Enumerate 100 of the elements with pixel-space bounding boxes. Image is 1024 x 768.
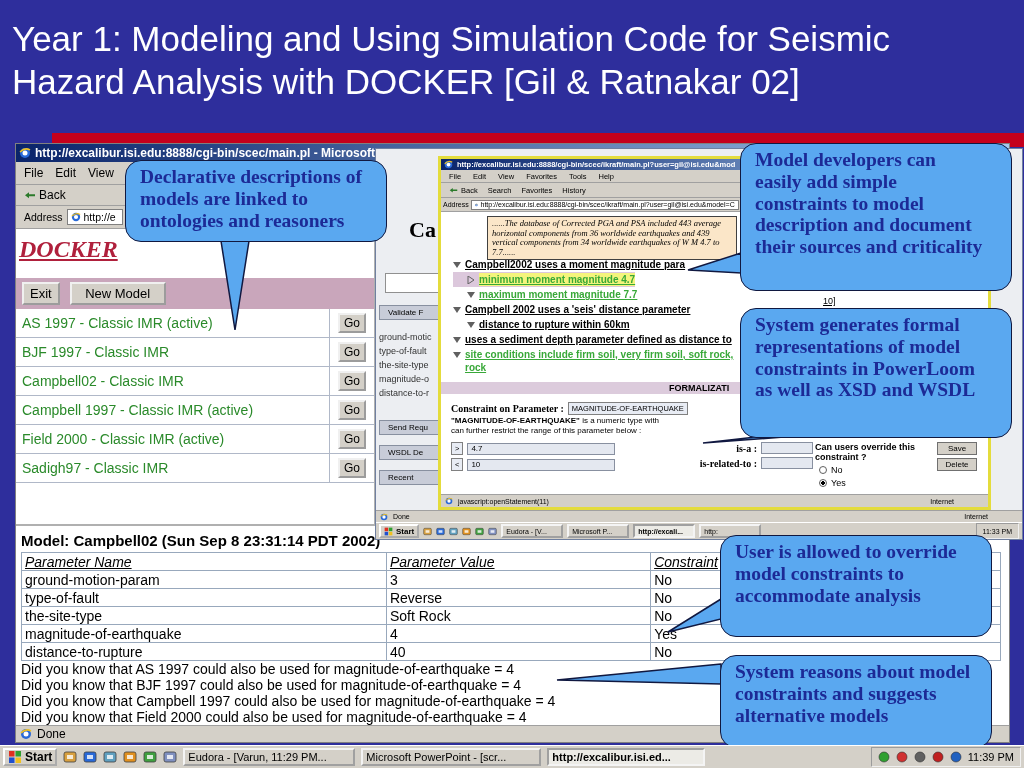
page-heading: Ca: [409, 217, 436, 243]
menu-item[interactable]: File: [24, 166, 44, 180]
start-button[interactable]: Start: [3, 747, 58, 767]
action-button[interactable]: Delete: [937, 458, 977, 471]
go-button[interactable]: Go: [338, 371, 366, 391]
action-button[interactable]: WSDL De: [379, 445, 439, 460]
browser-icon: [19, 147, 31, 159]
validate-button[interactable]: Validate F: [379, 305, 439, 320]
radio-option[interactable]: No: [815, 465, 935, 475]
expanded-triangle-icon[interactable]: [467, 291, 475, 299]
action-button[interactable]: Save: [937, 442, 977, 455]
go-button[interactable]: Go: [338, 342, 366, 362]
start-button[interactable]: Start: [379, 524, 420, 538]
browser-icon: [445, 497, 453, 505]
tree-row[interactable]: distance to rupture within 60km: [453, 317, 630, 332]
table-cell: 40: [386, 642, 651, 661]
expanded-triangle-icon[interactable]: [467, 321, 475, 329]
column-header: Parameter Name: [21, 552, 387, 571]
app-icon[interactable]: [103, 750, 118, 764]
tree-row[interactable]: Campbell 2002 uses a 'seis' distance parameter: [453, 302, 691, 317]
slide-title: Year 1: Modeling and Using Simulation Code for Seismic Hazard Analysis with DOCKER [Gil & Ratnakar 02]: [11, 18, 892, 103]
menu-item[interactable]: Edit: [55, 166, 77, 180]
taskbar-task[interactable]: http://excalibur.isi.ed...: [547, 747, 706, 767]
callout: System generates formal representations of model constraints in PowerLoom as well as XSD and WSDL: [740, 308, 1012, 438]
table-cell: Soft Rock: [386, 606, 651, 625]
browser-icon: [444, 160, 453, 169]
action-button[interactable]: Recent: [379, 470, 439, 485]
tree-row[interactable]: uses a sediment depth parameter defined as distance to: [453, 332, 732, 347]
parameter-text: distance-to-r: [379, 388, 431, 398]
clock-text: 11:39 PM: [967, 751, 1014, 763]
collapsed-triangle-icon[interactable]: [467, 276, 475, 284]
go-button[interactable]: Go: [338, 400, 366, 420]
relation-label: is-a :: [736, 442, 757, 454]
table-cell: the-site-type: [21, 606, 387, 625]
table-cell: ground-motion-param: [21, 570, 387, 589]
app-icon[interactable]: [143, 750, 158, 764]
toolbar-button[interactable]: Exit: [22, 282, 60, 305]
value-field[interactable]: 10: [467, 458, 616, 471]
input-field[interactable]: [385, 273, 439, 293]
callout-tail: [687, 251, 742, 274]
parameter-text: type-of-fault: [379, 346, 428, 356]
suggestion-text: Did you know that AS 1997 could also be used for magnitude-of-earthquake = 4: [21, 661, 515, 677]
menu-item[interactable]: View: [88, 166, 114, 180]
tray-icon[interactable]: [913, 751, 926, 763]
tree-link[interactable]: Campbell2002 uses a moment magnitude para: [465, 258, 686, 271]
relation-field[interactable]: [761, 442, 813, 454]
tree-link[interactable]: Campbell 2002 uses a 'seis' distance parameter: [465, 303, 691, 316]
app-icon[interactable]: [423, 526, 433, 536]
docker-logo[interactable]: DOCKER: [19, 236, 118, 263]
radio-option[interactable]: Yes: [815, 478, 935, 488]
table-cell: 4: [386, 624, 651, 643]
app-icon[interactable]: [163, 750, 178, 764]
callout: System reasons about model constraints and suggests alternative models: [720, 655, 992, 748]
description-text: "MAGNITUDE-OF-EARTHQUAKE" is a numeric type with: [451, 416, 661, 425]
app-icon[interactable]: [63, 750, 78, 764]
suggestion-text: Did you know that BJF 1997 could also be used for magnitude-of-earthquake = 4: [21, 677, 522, 693]
relation-field[interactable]: [761, 457, 813, 469]
app-icon[interactable]: [449, 526, 459, 536]
status-text: Done: [37, 727, 66, 741]
app-icon[interactable]: [123, 750, 138, 764]
app-icon[interactable]: [475, 526, 485, 536]
table-cell: type-of-fault: [21, 588, 387, 607]
expanded-triangle-icon[interactable]: [453, 306, 461, 314]
app-icon[interactable]: [83, 750, 98, 764]
tray-icon[interactable]: [877, 751, 890, 763]
app-icon[interactable]: [462, 526, 472, 536]
back-button[interactable]: Back: [24, 188, 66, 202]
parameter-text: the-site-type: [379, 360, 430, 370]
back-arrow-icon: [449, 186, 458, 194]
parameter-text: ground-motic: [379, 332, 433, 342]
expanded-triangle-icon[interactable]: [453, 261, 461, 269]
model-name: Campbell02 - Classic IMR: [16, 367, 330, 395]
address-field[interactable]: http://e: [66, 209, 123, 225]
app-icon[interactable]: [436, 526, 446, 536]
browser-icon: [474, 200, 478, 209]
tree-link[interactable]: distance to rupture within 60km: [479, 318, 630, 331]
tree-row[interactable]: Campbell2002 uses a moment magnitude para: [453, 257, 686, 272]
taskbar-task[interactable]: Eudora - [Varun, 11:29 PM...: [183, 747, 356, 767]
go-button[interactable]: Go: [338, 429, 366, 449]
suggestion-text: Did you know that Field 2000 could also be used for magnitude-of-earthquake = 4: [21, 709, 527, 725]
tray-icon[interactable]: [931, 751, 944, 763]
column-header: Parameter Value: [386, 552, 651, 571]
expanded-triangle-icon[interactable]: [453, 336, 461, 344]
tray-icon[interactable]: [949, 751, 962, 763]
tray-icon[interactable]: [895, 751, 908, 763]
parameter-label: Constraint on Parameter :: [451, 403, 564, 414]
go-button[interactable]: Go: [338, 313, 366, 333]
tree-link[interactable]: uses a sediment depth parameter defined as distance to: [465, 333, 732, 346]
taskbar-task[interactable]: Microsoft PowerPoint - [scr...: [361, 747, 542, 767]
value-field[interactable]: 4.7: [467, 442, 616, 455]
side-note-link[interactable]: 10]: [823, 296, 836, 306]
action-button[interactable]: Send Requ: [379, 420, 439, 435]
browser-icon: [70, 212, 81, 222]
model-name: Sadigh97 - Classic IMR: [16, 454, 330, 482]
callout: User is allowed to override model constraints to accommodate analysis: [720, 535, 992, 637]
go-button[interactable]: Go: [338, 458, 366, 478]
expanded-triangle-icon[interactable]: [453, 351, 461, 359]
model-name: Field 2000 - Classic IMR (active): [16, 425, 330, 453]
app-icon[interactable]: [488, 526, 498, 536]
toolbar-button[interactable]: New Model: [69, 282, 166, 305]
